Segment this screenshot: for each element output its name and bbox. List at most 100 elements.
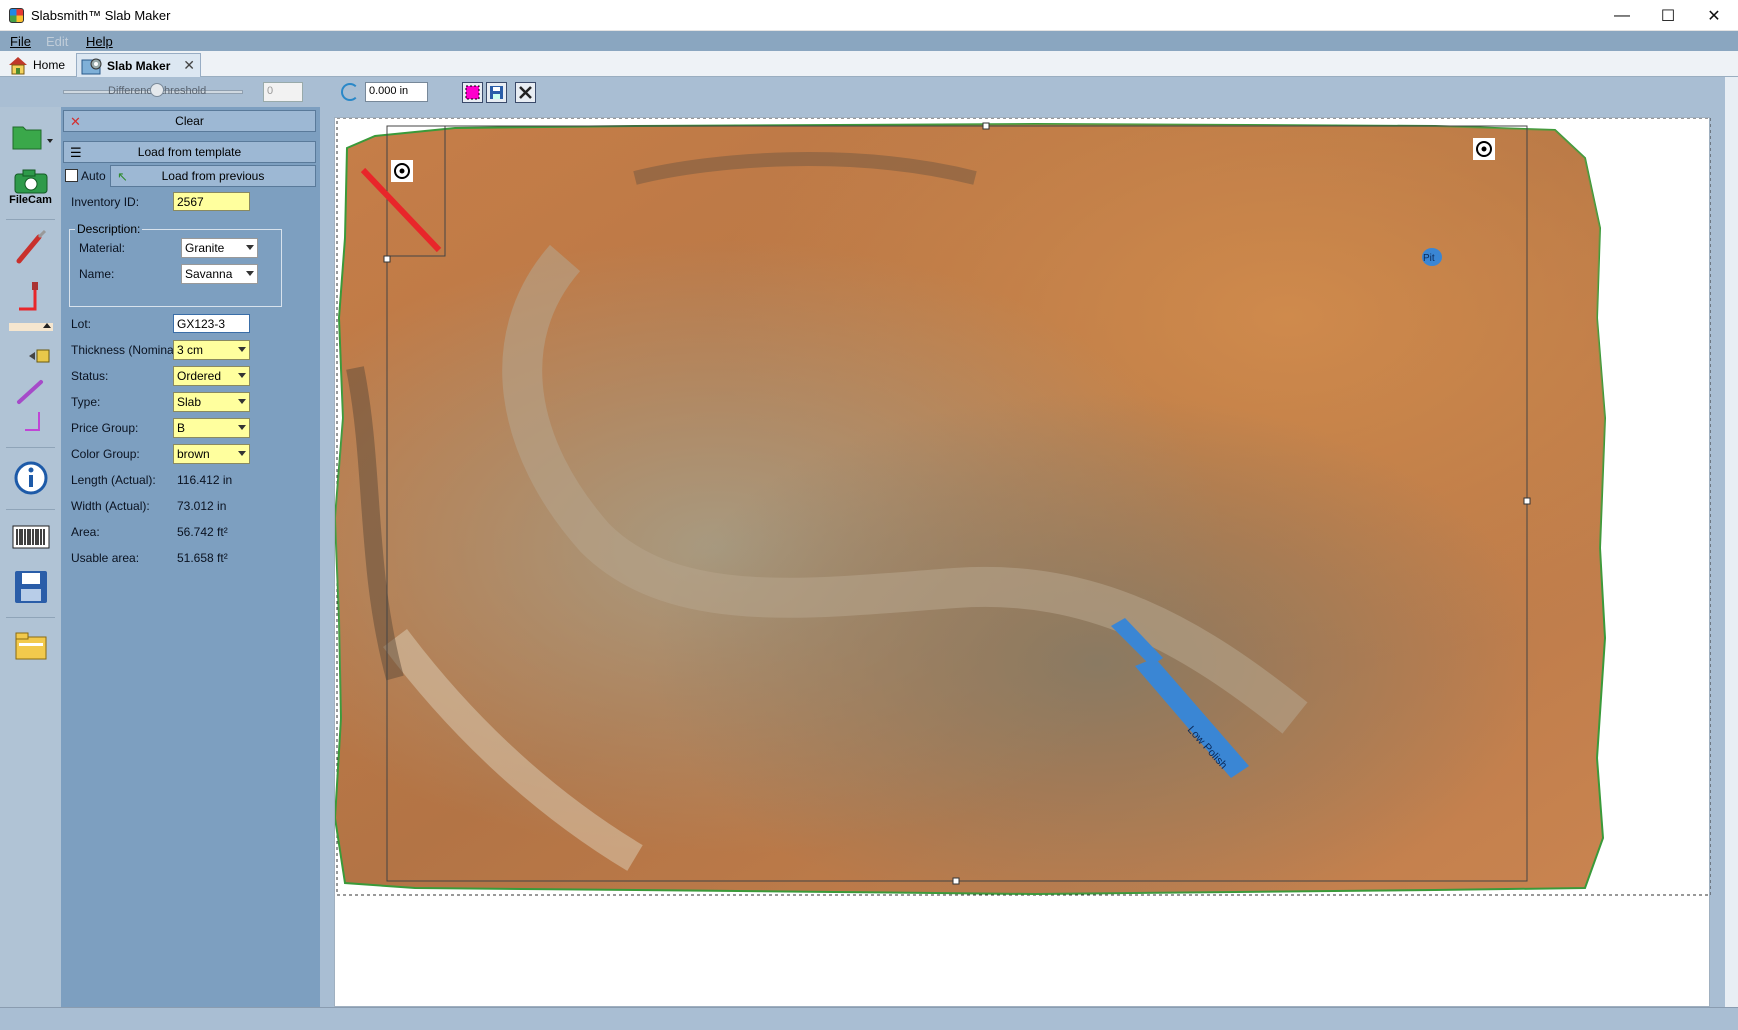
auto-checkbox[interactable] — [65, 169, 78, 182]
save-icon — [14, 571, 47, 603]
usable-area-value: 51.658 ft² — [177, 551, 228, 565]
inventory-id-field[interactable]: 2567 — [173, 192, 250, 211]
color-group-select[interactable]: brown — [173, 444, 250, 464]
barcode-button[interactable] — [6, 517, 55, 557]
filecam-button[interactable]: FileCam — [6, 165, 55, 209]
camera-small-icon — [28, 349, 49, 363]
title-bar: Slabsmith™ Slab Maker — ☐ ✕ — [0, 0, 1738, 31]
load-template-button[interactable]: ☰ Load from template — [63, 141, 316, 163]
camera-icon — [14, 169, 47, 194]
save-slab-button[interactable] — [6, 565, 55, 609]
status-select[interactable]: Ordered — [173, 366, 250, 386]
menu-help[interactable]: Help — [86, 34, 113, 49]
save-icon — [490, 86, 503, 99]
menu-edit[interactable]: Edit — [46, 34, 68, 49]
chevron-down-icon — [238, 347, 246, 352]
threshold-slider-thumb[interactable] — [150, 83, 164, 97]
type-select[interactable]: Slab — [173, 392, 250, 412]
chevron-down-icon — [246, 245, 254, 250]
tab-slab-maker[interactable]: Slab Maker ✕ — [76, 53, 201, 77]
tab-close-icon[interactable]: ✕ — [183, 57, 195, 74]
marker-purple-icon — [24, 412, 40, 431]
app-logo-icon — [9, 8, 24, 23]
chevron-down-icon — [238, 399, 246, 404]
chevron-down-icon — [238, 451, 246, 456]
tool-expand-bar[interactable] — [6, 322, 55, 332]
threshold-input[interactable]: 0 — [263, 82, 303, 102]
brush-icon — [16, 229, 46, 264]
brush-tool-button[interactable] — [6, 227, 55, 267]
rotate-icon[interactable] — [341, 83, 359, 101]
auto-label: Auto — [81, 169, 106, 183]
tab-bar: Home Slab Maker ✕ — [0, 51, 1738, 77]
info-icon — [14, 461, 47, 495]
thickness-value: 3 cm — [177, 343, 204, 357]
camera-tool-button[interactable] — [6, 340, 55, 370]
template-icon: ☰ — [70, 145, 82, 160]
filecam-label: FileCam — [9, 194, 52, 206]
lot-label: Lot: — [71, 317, 92, 331]
slab-gear-icon — [81, 58, 102, 75]
cut-line-tool-button[interactable] — [6, 279, 55, 319]
left-tool-bar: FileCam — [0, 107, 61, 1007]
resize-handle[interactable] — [383, 255, 391, 263]
type-label: Type: — [71, 395, 101, 409]
right-scroll-strip[interactable] — [1725, 77, 1738, 1007]
color-group-label: Color Group: — [71, 447, 140, 461]
resize-handle[interactable] — [1523, 497, 1531, 505]
chevron-down-icon — [238, 373, 246, 378]
cancel-toolbar-button[interactable] — [515, 82, 536, 103]
length-value: 116.412 in — [177, 473, 233, 487]
load-previous-button[interactable]: ↖ Load from previous — [110, 165, 316, 187]
archive-button[interactable] — [6, 625, 55, 665]
purple-brush-button[interactable] — [6, 377, 55, 407]
marker-red-icon — [18, 282, 38, 311]
open-folder-button[interactable] — [6, 117, 55, 155]
clear-button[interactable]: ✕ Clear — [63, 110, 316, 132]
toolbar: Difference threshold 0 0.000 in — [0, 77, 1738, 107]
status-value: Ordered — [177, 369, 222, 383]
price-group-value: B — [177, 421, 186, 435]
lot-field[interactable]: GX123-3 — [173, 314, 250, 333]
reference-marker-left[interactable] — [391, 160, 413, 182]
status-bar — [0, 1007, 1738, 1030]
load-template-label: Load from template — [137, 145, 242, 159]
tab-slab-maker-label: Slab Maker — [107, 58, 171, 73]
close-window-button[interactable]: ✕ — [1691, 0, 1737, 31]
menu-bar: File Edit Help — [0, 31, 1738, 51]
name-value: Savanna — [185, 267, 233, 281]
select-region-icon — [465, 85, 480, 100]
home-icon — [9, 57, 27, 75]
reference-marker-right[interactable] — [1473, 138, 1495, 160]
thickness-select[interactable]: 3 cm — [173, 340, 250, 360]
status-label: Status: — [71, 369, 109, 383]
purple-marker-button[interactable] — [6, 409, 55, 437]
thickness-label: Thickness (Nominal): — [71, 343, 184, 357]
clear-label: Clear — [175, 114, 204, 128]
slab-image[interactable]: Pit Low Polish — [333, 117, 1712, 1008]
resize-handle[interactable] — [952, 877, 960, 885]
menu-file[interactable]: File — [10, 34, 31, 49]
resize-handle[interactable] — [982, 122, 990, 130]
price-group-select[interactable]: B — [173, 418, 250, 438]
type-value: Slab — [177, 395, 202, 409]
name-select[interactable]: Savanna — [181, 264, 258, 284]
tab-home-label: Home — [33, 58, 66, 72]
offset-input[interactable]: 0.000 in — [365, 82, 428, 102]
color-group-value: brown — [177, 447, 210, 461]
tab-home[interactable]: Home — [3, 53, 73, 77]
description-label: Description: — [75, 222, 143, 236]
material-select[interactable]: Granite — [181, 238, 258, 258]
select-region-button[interactable] — [462, 82, 483, 103]
save-toolbar-button[interactable] — [486, 82, 507, 103]
brush-purple-icon — [16, 380, 43, 404]
load-previous-label: Load from previous — [161, 169, 265, 183]
slab-canvas[interactable]: Pit Low Polish — [333, 117, 1712, 1008]
name-label: Name: — [79, 267, 115, 281]
folder-icon — [15, 632, 46, 660]
area-label: Area: — [71, 525, 100, 539]
info-button[interactable] — [6, 457, 55, 499]
clear-x-icon: ✕ — [70, 114, 81, 129]
maximize-button[interactable]: ☐ — [1645, 0, 1691, 31]
minimize-button[interactable]: — — [1599, 0, 1645, 31]
